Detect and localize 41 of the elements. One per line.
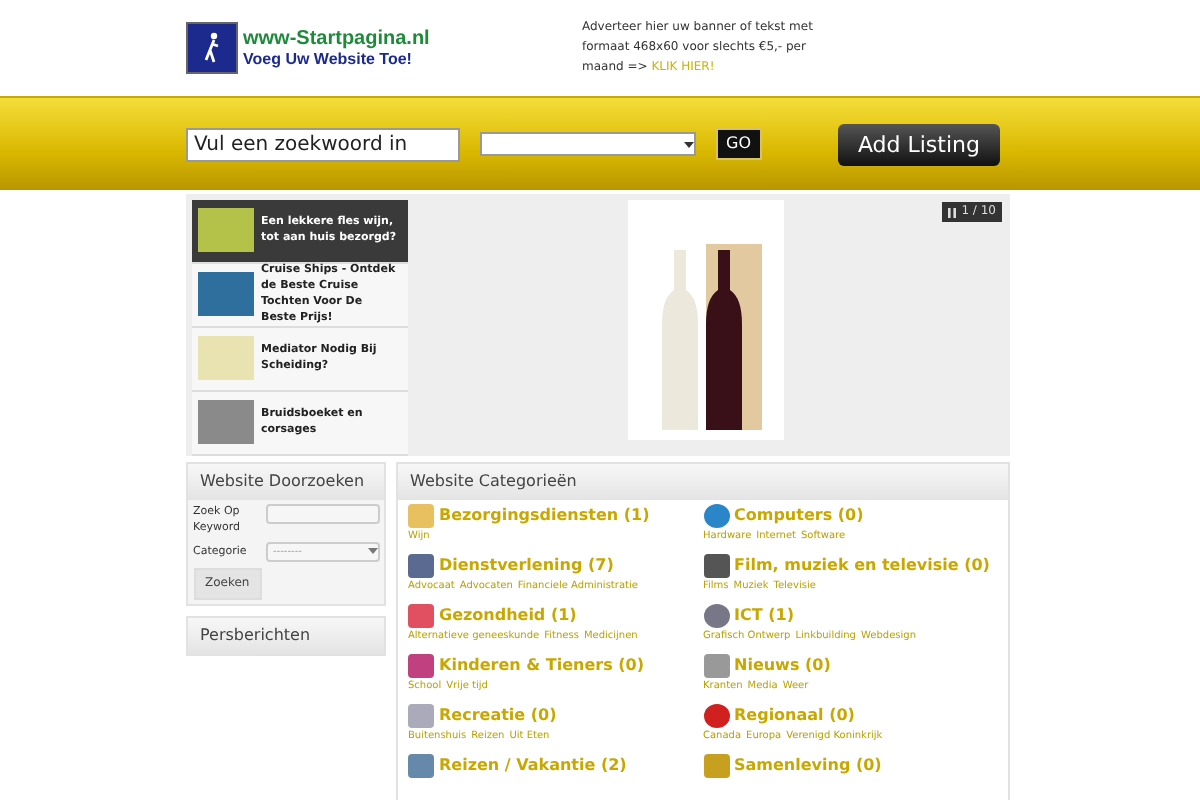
category-link[interactable]: Gezondheid (1) (439, 604, 577, 628)
search-field[interactable]: Vul een zoekwoord in (186, 127, 460, 161)
panel-title: Website Categorieën (398, 463, 1008, 499)
caret-icon (684, 138, 694, 150)
category-link[interactable]: Computers (0) (734, 504, 864, 528)
category-icon (408, 504, 434, 528)
category-link[interactable]: Reizen / Vakantie (2) (439, 754, 627, 778)
thumbnail-photo (197, 336, 253, 380)
category-icon (408, 754, 434, 778)
category-icon (408, 554, 434, 578)
category-icon (703, 754, 729, 778)
category-icon (703, 654, 729, 678)
category-icon (703, 504, 729, 528)
category-icon (703, 604, 729, 628)
figure-icon (202, 32, 222, 64)
add-listing-button[interactable]: Add Listing (837, 123, 1000, 165)
category-link[interactable]: Film, muziek en televisie (0) (734, 554, 990, 578)
category-link[interactable]: Bezorgingsdiensten (1) (439, 504, 650, 528)
go-button[interactable]: GO (716, 128, 761, 160)
thumbnail-photo (197, 400, 253, 444)
category-select[interactable] (480, 132, 696, 156)
category-icon (408, 604, 434, 628)
category-icon (703, 554, 729, 578)
caret-icon (367, 544, 377, 556)
site-logo[interactable]: www-Startpagina.nl Voeg Uw Website Toe! (186, 14, 446, 82)
category-icon (408, 654, 434, 678)
category-icon (703, 704, 729, 728)
category-link[interactable]: Dienstverlening (7) (439, 554, 614, 578)
category-link[interactable]: Kinderen & Tieners (0) (439, 654, 645, 678)
category-link[interactable]: ICT (1) (734, 604, 794, 628)
category-link[interactable]: Regionaal (0) (734, 704, 855, 728)
category-icon (408, 704, 434, 728)
pause-icon[interactable] (948, 207, 957, 217)
category-link[interactable]: Nieuws (0) (734, 654, 831, 678)
category-link[interactable]: Recreatie (0) (439, 704, 557, 728)
logo-title: www-Startpagina.nl (243, 28, 430, 50)
keyword-field[interactable] (265, 504, 379, 524)
category-link[interactable]: Samenleving (0) (734, 754, 882, 778)
thumbnail-photo (197, 208, 253, 252)
thumbnail-photo (197, 272, 253, 316)
logo-tagline: Voeg Uw Website Toe! (243, 50, 414, 68)
